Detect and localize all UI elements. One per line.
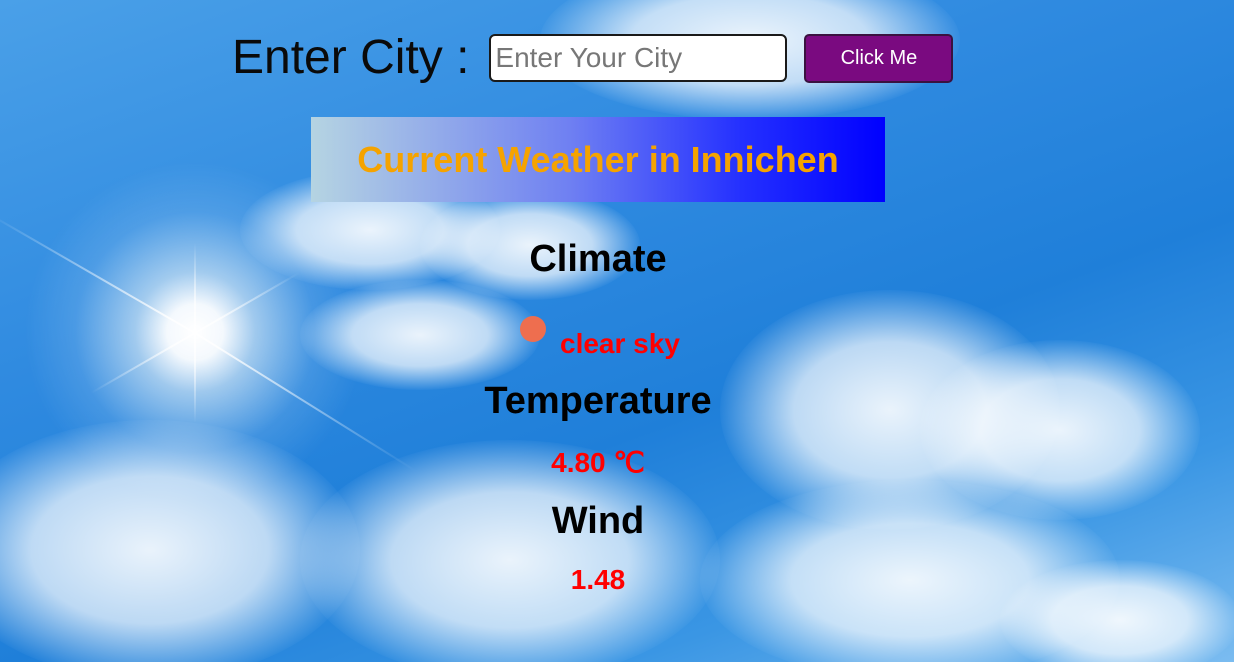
clear-sky-icon (520, 316, 546, 342)
sun-ray (194, 272, 300, 334)
search-row: Enter City : Click Me (232, 30, 954, 86)
city-input[interactable] (489, 34, 788, 82)
climate-heading: Climate (529, 238, 667, 280)
weather-title-banner: Current Weather in Innichen (311, 117, 885, 202)
cloud (300, 280, 540, 390)
click-me-button[interactable]: Click Me (804, 33, 954, 83)
temperature-value: 4.80 ℃ (551, 447, 645, 478)
climate-value: clear sky (560, 328, 680, 359)
temperature-heading: Temperature (484, 380, 712, 422)
cloud (920, 340, 1200, 520)
wind-value: 1.48 (570, 564, 626, 595)
wind-heading: Wind (551, 500, 645, 542)
weather-title: Current Weather in Innichen (357, 138, 839, 180)
climate-row: clear sky (520, 316, 680, 360)
city-label: Enter City : (232, 31, 470, 84)
